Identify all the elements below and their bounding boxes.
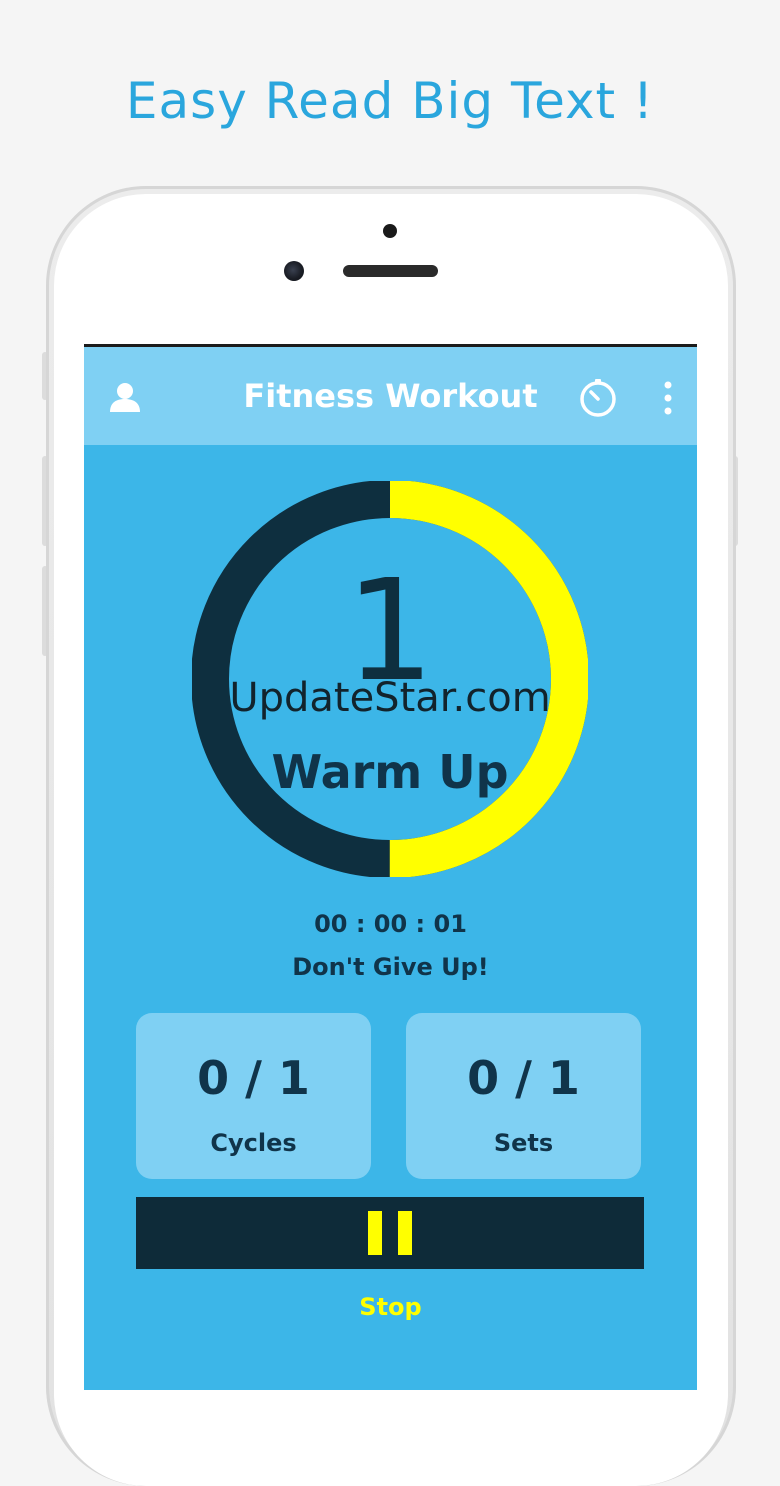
sets-card: 0 / 1 Sets bbox=[406, 1013, 641, 1179]
pause-bar-right bbox=[398, 1211, 412, 1255]
motivation-text: Don't Give Up! bbox=[292, 953, 489, 981]
watermark-text: UpdateStar.com bbox=[229, 675, 551, 721]
front-camera bbox=[284, 261, 304, 281]
cycles-value: 0 / 1 bbox=[197, 1051, 310, 1105]
stop-button[interactable]: Stop bbox=[84, 1293, 697, 1321]
cycles-card: 0 / 1 Cycles bbox=[136, 1013, 371, 1179]
promo-headline: Easy Read Big Text ! bbox=[125, 72, 655, 130]
app-bar: Fitness Workout bbox=[84, 347, 697, 445]
pause-button[interactable] bbox=[136, 1197, 644, 1269]
proximity-sensor bbox=[383, 224, 397, 238]
earpiece-speaker bbox=[343, 265, 438, 277]
elapsed-time: 00 : 00 : 01 bbox=[314, 910, 467, 938]
more-vertical-icon[interactable] bbox=[656, 379, 680, 419]
pause-bar-left bbox=[368, 1211, 382, 1255]
timer-icon[interactable] bbox=[578, 378, 618, 418]
sets-value: 0 / 1 bbox=[467, 1051, 580, 1105]
phase-label: Warm Up bbox=[271, 745, 509, 799]
cycles-label: Cycles bbox=[210, 1129, 297, 1157]
sets-label: Sets bbox=[493, 1129, 554, 1157]
app-screen: Fitness Workout 1 UpdateStar.com Warm Up… bbox=[84, 344, 697, 1390]
